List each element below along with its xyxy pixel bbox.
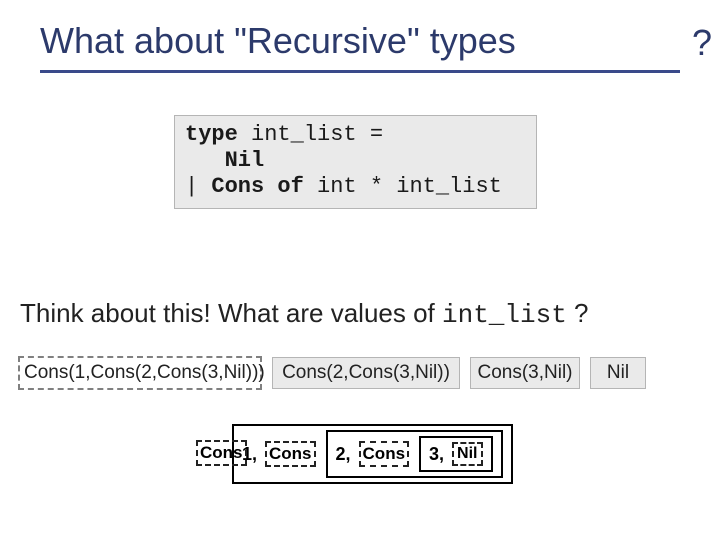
code-typename: int_list = <box>238 122 383 147</box>
nest-box-1: 1, Cons 2, Cons 3, Nil <box>232 424 513 484</box>
code-cons-rest: int * int_list <box>304 174 502 199</box>
ctor-cons: Cons of <box>211 174 303 199</box>
lead-3: 3, <box>429 444 444 465</box>
nested-diagram: Cons 1, Cons 2, Cons 3, Nil <box>232 418 513 490</box>
cons-tag-3: Cons <box>359 441 410 467</box>
subtitle-a: Think about this! What are values of <box>20 298 442 328</box>
nest-box-2: 2, Cons 3, Nil <box>326 430 503 478</box>
slide-title: What about "Recursive" types <box>40 20 680 73</box>
lead-2: 2, <box>336 444 351 465</box>
nil-tag: Nil <box>452 442 482 466</box>
title-text: What about "Recursive" types <box>40 20 516 61</box>
kw-type: type <box>185 122 238 147</box>
value-box-1: Cons(1,Cons(2,Cons(3,Nil))) <box>18 356 262 390</box>
code-pipe: | <box>185 174 211 199</box>
subtitle-b: ? <box>567 298 589 328</box>
type-definition-code: type int_list = Nil | Cons of int * int_… <box>174 115 537 209</box>
values-row: Cons(1,Cons(2,Cons(3,Nil))) Cons(2,Cons(… <box>18 356 702 390</box>
nest-box-3: 3, Nil <box>419 436 492 472</box>
title-question-mark: ? <box>692 22 712 64</box>
value-box-3: Cons(3,Nil) <box>470 357 580 389</box>
subtitle-code: int_list <box>442 300 567 330</box>
ctor-nil: Nil <box>225 148 265 173</box>
cons-tag-1: Cons <box>196 440 247 466</box>
value-box-4: Nil <box>590 357 646 389</box>
subtitle-line: Think about this! What are values of int… <box>20 298 589 330</box>
value-box-2: Cons(2,Cons(3,Nil)) <box>272 357 460 389</box>
cons-tag-2: Cons <box>265 441 316 467</box>
